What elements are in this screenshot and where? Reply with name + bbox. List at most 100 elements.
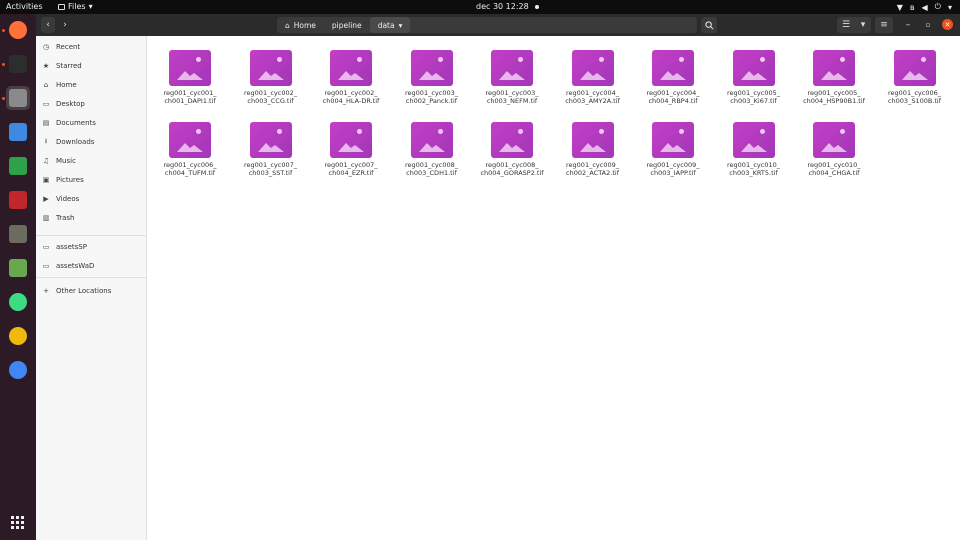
file-item[interactable]: reg001_cyc005_ ch003_Ki67.tif xyxy=(718,50,790,116)
sidebar-item-assetssp[interactable]: ▭ assetsSP xyxy=(42,240,87,254)
maximize-button[interactable]: ▫ xyxy=(922,17,934,33)
file-name: reg001_cyc006_ ch004_TUFM.tif xyxy=(145,161,235,177)
sidebar-item-trash[interactable]: ▥ Trash xyxy=(42,211,75,225)
sidebar-item-videos[interactable]: ▶ Videos xyxy=(42,192,79,206)
sidebar-item-label: Starred xyxy=(56,62,82,70)
file-item[interactable]: reg001_cyc002_ ch004_HLA-DR.tif xyxy=(315,50,387,116)
gimp-icon[interactable] xyxy=(6,222,30,246)
image-sun-shape xyxy=(679,129,684,134)
image-file-icon xyxy=(410,50,453,86)
file-name: reg001_cyc007_ ch003_SST.tif xyxy=(226,161,316,177)
file-name: reg001_cyc001_ ch001_DAPI1.tif xyxy=(145,89,235,105)
installer-icon-glyph xyxy=(9,259,27,277)
file-item[interactable]: reg001_cyc005_ ch004_HSP90B1.tif xyxy=(798,50,870,116)
file-name: reg001_cyc007_ ch004_EZR.tif xyxy=(306,161,396,177)
file-name-line2: ch003_KRT5.tif xyxy=(729,168,778,177)
file-name-line2: ch003_CCG.tif xyxy=(247,96,294,105)
file-item[interactable]: reg001_cyc010_ ch004_CHGA.tif xyxy=(798,122,870,188)
activities-button[interactable]: Activities xyxy=(6,2,43,11)
file-item[interactable]: reg001_cyc008_ ch004_GORASP2.tif xyxy=(476,122,548,188)
sidebar-item-starred[interactable]: ★ Starred xyxy=(42,59,82,73)
mountain-shape xyxy=(257,143,284,152)
mountain-shape xyxy=(660,143,686,152)
sidebar-item-label: Recent xyxy=(56,43,81,51)
sidebar-item-label: Pictures xyxy=(56,176,84,184)
mountain-shape xyxy=(579,71,606,80)
minimize-button[interactable]: – xyxy=(902,17,914,33)
image-file-icon xyxy=(652,122,694,158)
chrome-icon[interactable] xyxy=(6,358,30,382)
sidebar-item-pictures[interactable]: ▣ Pictures xyxy=(42,173,84,187)
sidebar-item-assetswad[interactable]: ▭ assetsWaD xyxy=(42,259,95,273)
back-button[interactable]: ‹ xyxy=(41,17,55,33)
sidebar-item-home[interactable]: ⌂ Home xyxy=(42,78,77,92)
file-item[interactable]: reg001_cyc004_ ch004_RBP4.tif xyxy=(637,50,709,116)
file-item[interactable]: reg001_cyc002_ ch003_CCG.tif xyxy=(235,50,307,116)
file-item[interactable]: reg001_cyc009_ ch003_IAPP.tif xyxy=(637,122,709,188)
sidebar-item-music[interactable]: ♫ Music xyxy=(42,154,76,168)
search-button[interactable] xyxy=(701,17,717,33)
close-button[interactable]: ✕ xyxy=(942,19,953,30)
file-item[interactable]: reg001_cyc004_ ch003_AMY2A.tif xyxy=(557,50,629,116)
sidebar-item-downloads[interactable]: ⭳ Downloads xyxy=(42,135,95,149)
file-item[interactable]: reg001_cyc007_ ch004_EZR.tif xyxy=(315,122,387,188)
file-item[interactable]: reg001_cyc008_ ch003_CDH1.tif xyxy=(396,122,468,188)
file-name: reg001_cyc002_ ch003_CCG.tif xyxy=(226,89,316,105)
view-list-button[interactable]: ☰ xyxy=(837,17,855,33)
breadcrumb-home[interactable]: ⌂ Home xyxy=(277,17,324,33)
rhythmbox-icon[interactable] xyxy=(6,324,30,348)
file-name: reg001_cyc008_ ch004_GORASP2.tif xyxy=(467,161,557,177)
file-item[interactable]: reg001_cyc009_ ch002_ACTA2.tif xyxy=(557,122,629,188)
text-editor-icon[interactable] xyxy=(6,120,30,144)
file-item[interactable]: reg001_cyc010_ ch003_KRT5.tif xyxy=(718,122,790,188)
image-sun-shape xyxy=(518,129,523,134)
app-menu[interactable]: Files ▾ xyxy=(58,2,93,11)
file-item[interactable]: reg001_cyc003_ ch002_Panck.tif xyxy=(396,50,468,116)
image-sun-shape xyxy=(357,129,362,134)
menu-button[interactable]: ≡ xyxy=(875,17,893,33)
files-icon[interactable] xyxy=(6,86,30,110)
breadcrumb-pipeline[interactable]: pipeline xyxy=(324,17,370,33)
file-item[interactable]: reg001_cyc003_ ch003_NEFM.tif xyxy=(476,50,548,116)
image-file-icon xyxy=(652,50,694,86)
back-icon: ‹ xyxy=(46,20,50,30)
show-apps-icon[interactable] xyxy=(6,511,30,535)
firefox-icon[interactable] xyxy=(6,18,30,42)
file-name: reg001_cyc002_ ch004_HLA-DR.tif xyxy=(306,89,396,105)
notification-dot-icon xyxy=(534,4,539,9)
image-file-icon xyxy=(330,50,372,86)
android-studio-icon-glyph xyxy=(9,293,27,311)
sidebar-item-recent[interactable]: ◷ Recent xyxy=(42,40,80,54)
file-name-line2: ch004_HLA-DR.tif xyxy=(322,96,380,105)
file-item[interactable]: reg001_cyc006_ ch004_TUFM.tif xyxy=(154,122,226,188)
installer-icon[interactable] xyxy=(6,256,30,280)
view-options-button[interactable]: ▾ xyxy=(855,17,871,33)
mountain-shape xyxy=(740,143,767,152)
file-name-line2: ch003_CDH1.tif xyxy=(406,168,457,177)
spreadsheet-icon[interactable] xyxy=(6,154,30,178)
image-sun-shape xyxy=(840,57,845,62)
sidebar-item-documents[interactable]: ▤ Documents xyxy=(42,116,96,130)
file-item[interactable]: reg001_cyc007_ ch003_SST.tif xyxy=(235,122,307,188)
file-name: reg001_cyc006_ ch003_S100B.tif xyxy=(870,89,960,105)
android-studio-icon[interactable] xyxy=(6,290,30,314)
image-file-icon xyxy=(249,50,292,86)
forward-button[interactable]: › xyxy=(58,17,72,33)
filezilla-icon[interactable] xyxy=(6,188,30,212)
sidebar-item-label: Documents xyxy=(56,119,96,127)
sidebar-item-label: Home xyxy=(56,81,77,89)
file-name-line2: ch004_RBP4.tif xyxy=(648,96,698,105)
clock[interactable]: dec 30 12:28 xyxy=(476,2,539,11)
file-item[interactable]: reg001_cyc006_ ch003_S100B.tif xyxy=(879,50,951,116)
system-tray[interactable]: ▼ ʙ ◀ ⏻ ▾ xyxy=(897,2,952,12)
file-item[interactable]: reg001_cyc001_ ch001_DAPI1.tif xyxy=(154,50,226,116)
image-sun-shape xyxy=(598,129,604,134)
terminal-icon[interactable] xyxy=(6,52,30,76)
breadcrumb-data[interactable]: data ▾ xyxy=(369,17,411,33)
image-file-icon xyxy=(249,122,292,158)
chevron-down-icon: ▾ xyxy=(860,20,866,30)
sidebar-item-other-locations[interactable]: + Other Locations xyxy=(42,284,111,298)
sidebar-item-desktop[interactable]: ▭ Desktop xyxy=(42,97,85,111)
sidebar-item-label: Downloads xyxy=(56,138,95,146)
image-sun-shape xyxy=(196,129,201,134)
